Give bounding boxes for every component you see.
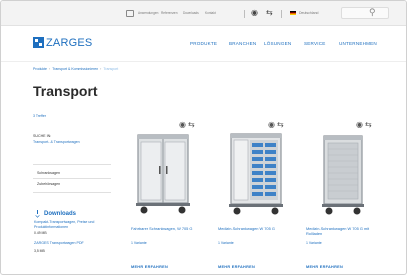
toplink-anwendungen[interactable]: Anwendungen xyxy=(138,11,158,15)
divider xyxy=(244,10,245,18)
divider xyxy=(281,10,282,18)
toplink-referenzen[interactable]: Referenzen xyxy=(161,11,177,15)
product-image[interactable] xyxy=(227,131,285,216)
product-image[interactable] xyxy=(134,131,192,214)
search-input[interactable] xyxy=(341,7,389,19)
search-in-label: SUCHE IN: xyxy=(33,134,52,138)
downloads-title: Downloads xyxy=(44,210,77,217)
product-title[interactable]: Medizin-Schrankwagen W 705 G xyxy=(218,226,296,231)
result-count: 3 Treffer xyxy=(33,114,46,118)
category-link[interactable]: Transport- & Transportwagen xyxy=(33,140,80,144)
product-variants: 1 Variante xyxy=(131,241,147,245)
download-link[interactable]: Kompakt-Transportwagen, Preise und Produ… xyxy=(34,220,114,229)
page-title: Transport xyxy=(33,83,98,99)
compare-icon[interactable]: ⇆ xyxy=(365,120,372,129)
language-selector[interactable]: Deutschland xyxy=(299,11,318,15)
product-title[interactable]: Medizin-Schrankwagen W 705 G mit Rolllad… xyxy=(306,226,386,236)
more-link[interactable]: MEHR ERFAHREN xyxy=(306,265,343,269)
download-size: 0.49 MB xyxy=(34,231,47,235)
nav-service[interactable]: SERVICE xyxy=(304,41,325,46)
breadcrumb-item[interactable]: Produkte xyxy=(33,67,47,71)
product-actions: ◉ ⇆ xyxy=(356,121,374,129)
wishlist-icon[interactable]: ◉ xyxy=(268,120,275,129)
flag-germany-icon[interactable] xyxy=(290,11,296,15)
wishlist-icon[interactable]: ◉ xyxy=(356,120,363,129)
product-title[interactable]: Fahrbarer Schrankwagen, W 705 G xyxy=(131,226,209,231)
wishlist-icon[interactable]: ◉ xyxy=(179,120,186,129)
compare-icon[interactable]: ⇆ xyxy=(266,9,273,17)
toplink-downloads[interactable]: Downloads xyxy=(183,11,199,15)
divider xyxy=(33,178,111,179)
grid-icon[interactable] xyxy=(126,10,134,17)
product-variants: 1 Variante xyxy=(306,241,322,245)
divider xyxy=(33,192,111,193)
breadcrumb-item[interactable]: Transport & Kommissionieren xyxy=(52,67,98,71)
product-image[interactable] xyxy=(320,133,366,215)
compare-icon[interactable]: ⇆ xyxy=(188,120,195,129)
breadcrumb: Produkte › Transport & Kommissionieren › Tra… xyxy=(33,67,118,71)
breadcrumb-separator: › xyxy=(49,67,51,71)
product-actions: ◉ ⇆ xyxy=(179,121,197,129)
logo[interactable]: ZARGES xyxy=(33,36,92,49)
download-link[interactable]: ZARGES Transportwagen PDF xyxy=(34,241,114,246)
product-actions: ◉ ⇆ xyxy=(268,121,286,129)
nav-unternehmen[interactable]: UNTERNEHMEN xyxy=(339,41,377,46)
download-icon xyxy=(34,210,41,217)
download-size: 3,5 MB xyxy=(34,249,45,253)
more-link[interactable]: MEHR ERFAHREN xyxy=(131,265,168,269)
breadcrumb-separator: › xyxy=(100,67,102,71)
more-link[interactable]: MEHR ERFAHREN xyxy=(218,265,255,269)
browser-frame: Anwendungen Referenzen Downloads Kontakt… xyxy=(0,0,407,275)
divider xyxy=(33,164,111,165)
product-variants: 1 Variante xyxy=(218,241,234,245)
filter-schranksagen[interactable]: Schranksagen xyxy=(37,171,60,175)
nav-loesungen[interactable]: LÖSUNGEN xyxy=(264,41,291,46)
search-icon[interactable]: ⚲ xyxy=(369,7,376,18)
logo-text: ZARGES xyxy=(46,36,93,49)
downloads-heading: Downloads xyxy=(34,210,76,217)
logo-mark-icon xyxy=(33,37,44,48)
nav-produkte[interactable]: PRODUKTE xyxy=(190,41,217,46)
breadcrumb-current: Transport xyxy=(103,67,119,71)
compare-icon[interactable]: ⇆ xyxy=(277,120,284,129)
toplink-kontakt[interactable]: Kontakt xyxy=(205,11,216,15)
globe-icon[interactable]: ◉ xyxy=(251,9,258,17)
utility-bar: Anwendungen Referenzen Downloads Kontakt… xyxy=(1,1,406,26)
main-header: ZARGES PRODUKTE BRANCHEN LÖSUNGEN SERVIC… xyxy=(1,26,406,62)
nav-branchen[interactable]: BRANCHEN xyxy=(229,41,256,46)
filter-zubehoersagen[interactable]: Zubehörsagen xyxy=(37,182,60,186)
